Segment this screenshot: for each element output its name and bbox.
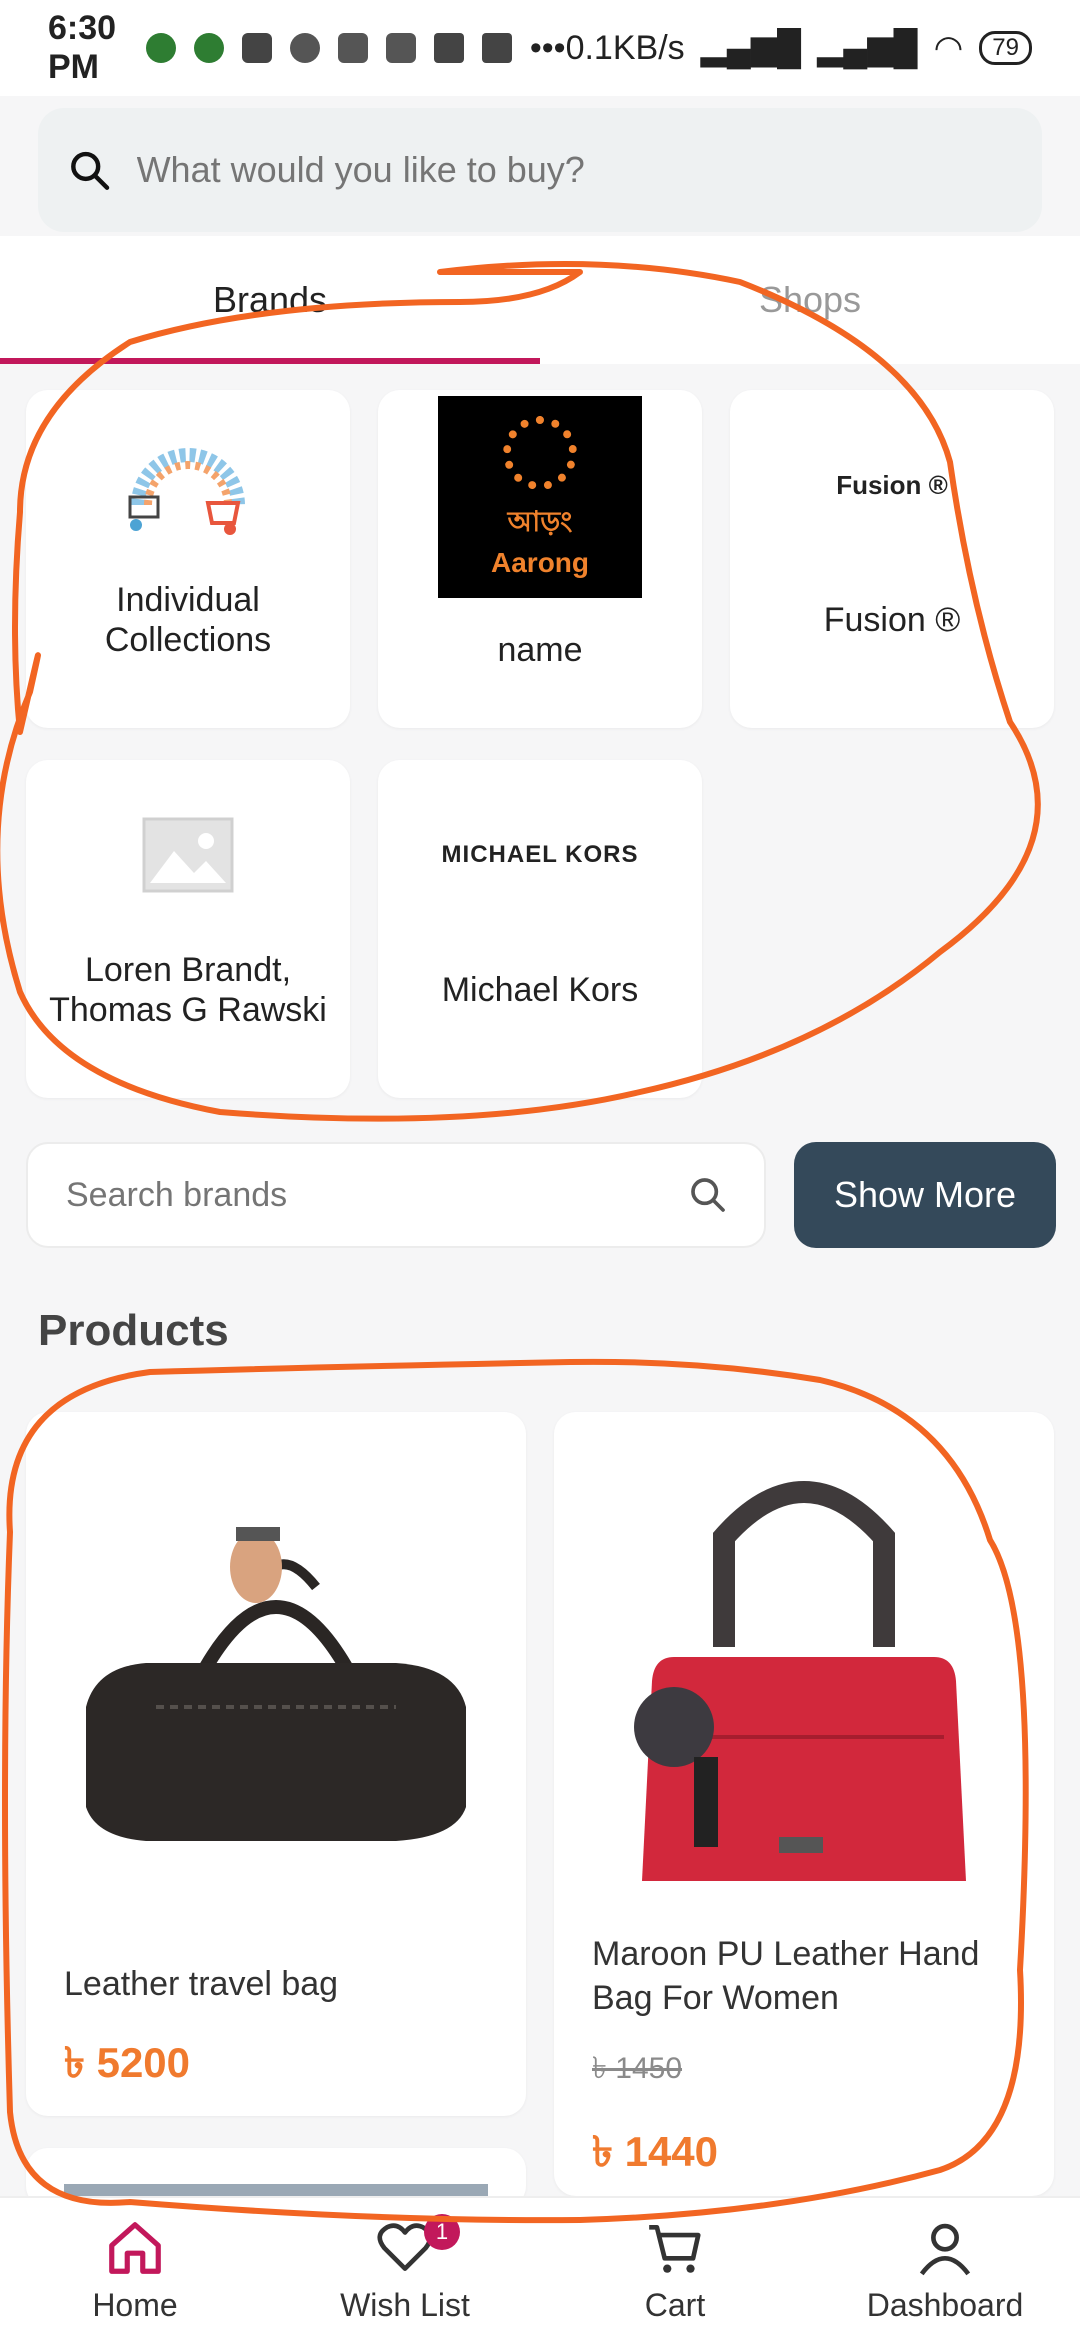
tab-shops[interactable]: Shops [540, 236, 1080, 364]
search-icon[interactable] [688, 1175, 728, 1215]
product-card-maroon-hand-bag[interactable]: Maroon PU Leather Hand Bag For Women ৳ 1… [554, 1412, 1054, 2196]
brand-search-input[interactable] [64, 1174, 688, 1216]
individual-collections-logo [26, 390, 350, 580]
mail-icon [481, 33, 512, 63]
bike-icon [337, 33, 368, 63]
product-image [554, 1412, 1054, 1922]
status-bar: 6:30 PM ••• 0.1KB/s ▂▄▆█ ▂▄▆█ ◠ 79 [0, 0, 1080, 96]
product-price: ৳ 1440 [592, 2128, 719, 2175]
signal-icon: ▂▄▆█ [817, 29, 918, 67]
brand-label: Individual Collections [104, 581, 272, 659]
aarong-logo: আড়ং Aarong [438, 396, 642, 598]
brand-card-michael-kors[interactable]: MICHAEL KORS Michael Kors [378, 760, 702, 1098]
app-icon [289, 33, 320, 63]
nav-wish-list-label: Wish List [340, 2286, 470, 2323]
user-icon [919, 2223, 971, 2275]
brand-label: name [497, 631, 583, 669]
aarong-logo-wrap: আড়ং Aarong [378, 390, 702, 604]
red-handbag-image [634, 1481, 966, 1881]
cart-icon [649, 2224, 701, 2273]
sun-icon [503, 415, 577, 490]
brand-card-loren-brandt[interactable]: Loren Brandt, Thomas G Rawski [26, 760, 350, 1098]
aarong-logo-bangla: আড়ং [507, 505, 573, 537]
tab-bar: Brands Shops [0, 236, 1080, 364]
product-name: Maroon PU Leather Hand Bag For Women [592, 1935, 980, 2017]
notification-icons: ••• [145, 28, 566, 68]
status-time: 6:30 PM [48, 9, 117, 86]
brand-card-fusion[interactable]: Fusion ® Fusion ® [730, 390, 1054, 728]
michael-kors-logo: MICHAEL KORS [378, 760, 702, 950]
app-icon [145, 33, 176, 63]
tab-shops-label: Shops [758, 279, 862, 320]
aarong-logo-english: Aarong [491, 546, 589, 578]
product-old-price: ৳ 1450 [592, 2052, 683, 2085]
tab-brands[interactable]: Brands [0, 236, 540, 364]
network-speed: 0.1KB/s [565, 28, 685, 67]
nav-cart[interactable]: Cart [540, 2198, 810, 2342]
image-placeholder-icon [142, 817, 234, 893]
wifi-icon: ◠ [933, 29, 964, 67]
brand-card-individual-collections[interactable]: Individual Collections [26, 390, 350, 728]
nav-wish-list[interactable]: 1 Wish List [270, 2198, 540, 2342]
product-search-bar[interactable] [38, 108, 1042, 232]
home-icon [109, 2221, 161, 2274]
show-more-button[interactable]: Show More [794, 1142, 1056, 1248]
brand-label: Loren Brandt, Thomas G Rawski [49, 951, 327, 1029]
product-image [26, 1412, 526, 1942]
brand-label: Michael Kors [441, 971, 639, 1009]
nav-dashboard-label: Dashboard [866, 2286, 1024, 2323]
nav-cart-label: Cart [644, 2286, 706, 2323]
duffel-bag-image [86, 1527, 466, 1841]
search-icon [71, 151, 110, 190]
signal-icon: ▂▄▆█ [700, 29, 802, 67]
nav-dashboard[interactable]: Dashboard [810, 2198, 1080, 2342]
nav-home-label: Home [92, 2286, 178, 2323]
product-price: ৳ 5200 [64, 2039, 191, 2086]
nav-home[interactable]: Home [0, 2198, 270, 2342]
product-name: Leather travel bag [64, 1965, 339, 2003]
michael-kors-logo-text: MICHAEL KORS [441, 841, 639, 868]
bike-icon [385, 33, 416, 63]
youtube-icon [241, 33, 272, 63]
fusion-logo-text: Fusion ® [836, 469, 948, 500]
brand-label: Fusion ® [823, 601, 961, 639]
product-card-leather-travel-bag[interactable]: Leather travel bag ৳ 5200 [26, 1412, 526, 2116]
products-section-title: Products [38, 1306, 229, 1355]
video-icon [433, 33, 464, 63]
brand-search-field[interactable] [26, 1142, 766, 1248]
tab-brands-label: Brands [212, 279, 328, 320]
more-icon: ••• [529, 28, 566, 67]
placeholder-image [26, 760, 350, 950]
bottom-navigation: Home 1 Wish List Cart Dashboard [0, 2196, 1080, 2342]
product-search-input[interactable] [134, 148, 1012, 192]
battery-icon: 79 [979, 31, 1032, 65]
shopping-collage-icon [128, 448, 245, 535]
app-icon [193, 33, 224, 63]
brand-card-aarong[interactable]: আড়ং Aarong name [378, 390, 702, 728]
wish-list-badge: 1 [424, 2214, 460, 2250]
fusion-logo: Fusion ® [730, 390, 1054, 580]
